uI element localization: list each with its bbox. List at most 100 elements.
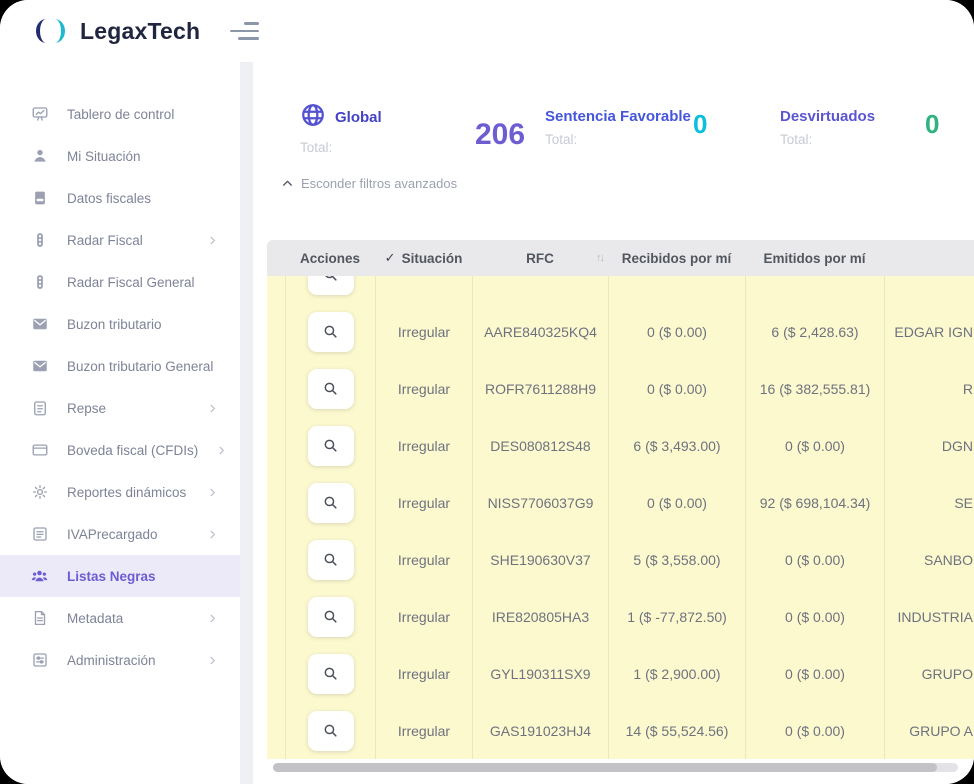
clipboard-icon (30, 399, 49, 418)
acciones-cell (285, 360, 375, 417)
hide-advanced-filters-toggle[interactable]: Esconder filtros avanzados (281, 176, 457, 191)
nombre-cell: INDUSTRIA (884, 588, 974, 645)
check-icon: ✓ (385, 250, 396, 266)
situacion-cell: Irregular (375, 588, 472, 645)
sidebar-item-tablero-de-control[interactable]: Tablero de control (0, 93, 240, 135)
rfc-cell: GAS191023HJ4 (472, 702, 608, 759)
row-spacer-cell (267, 531, 285, 588)
situacion-cell: Irregular (375, 702, 472, 759)
folder-icon (30, 441, 49, 460)
sidebar-item-listas-negras[interactable]: Listas Negras (0, 555, 240, 597)
sidebar-item-administraci-n[interactable]: Administración (0, 639, 240, 681)
view-detail-button[interactable] (308, 654, 354, 694)
nombre-cell (884, 276, 974, 303)
stat-sentencia-label: Sentencia Favorable (545, 108, 745, 125)
stat-sentencia-value: 0 (693, 109, 707, 140)
table-row: IrregularIRE820805HA31 ($ -77,872.50)0 (… (267, 588, 974, 645)
sidebar-item-mi-situaci-n[interactable]: Mi Situación (0, 135, 240, 177)
acciones-cell (285, 417, 375, 474)
sidebar-scroll-gutter[interactable] (240, 62, 253, 784)
view-detail-button[interactable] (308, 426, 354, 466)
view-detail-button[interactable] (308, 540, 354, 580)
stat-desvirtuados: Desvirtuados Total: 0 (780, 108, 950, 147)
recibidos-cell (608, 276, 745, 303)
book-icon (30, 189, 49, 208)
nombre-cell: GRUPO (884, 645, 974, 702)
sidebar-item-radar-fiscal-general[interactable]: Radar Fiscal General (0, 261, 240, 303)
sidebar: Tablero de control Mi Situación Datos fisc… (0, 62, 240, 784)
rfc-cell: SHE190630V37 (472, 531, 608, 588)
sidebar-item-label: Mi Situación (67, 149, 141, 164)
recibidos-cell: 0 ($ 0.00) (608, 474, 745, 531)
logo-left-paren-icon (36, 19, 48, 43)
sidebar-item-buzon-tributario-general[interactable]: Buzon tributario General (0, 345, 240, 387)
view-detail-button[interactable] (308, 276, 354, 295)
emitidos-cell: 92 ($ 698,104.34) (745, 474, 884, 531)
column-header-acciones[interactable]: Acciones (285, 240, 375, 276)
column-header-emitidos[interactable]: Emitidos por mí (745, 240, 884, 276)
acciones-cell (285, 702, 375, 759)
table-body: IrregularAARE840325KQ40 ($ 0.00)6 ($ 2,4… (267, 276, 974, 759)
nombre-cell: SANBO (884, 531, 974, 588)
sidebar-item-radar-fiscal[interactable]: Radar Fiscal (0, 219, 240, 261)
sidebar-item-label: Boveda fiscal (CFDIs) (67, 443, 198, 458)
table-row: IrregularNISS7706037G90 ($ 0.00)92 ($ 69… (267, 474, 974, 531)
stat-sentencia-total-label: Total: (545, 132, 745, 147)
emitidos-cell (745, 276, 884, 303)
view-detail-button[interactable] (308, 312, 354, 352)
stat-global-label: Global (335, 109, 382, 126)
rfc-cell: GYL190311SX9 (472, 645, 608, 702)
magnifier-icon (322, 276, 339, 283)
situacion-cell: Irregular (375, 531, 472, 588)
rfc-cell: NISS7706037G9 (472, 474, 608, 531)
sidebar-item-metadata[interactable]: Metadata (0, 597, 240, 639)
chevron-right-icon (207, 529, 218, 540)
situacion-cell: Irregular (375, 474, 472, 531)
emitidos-cell: 6 ($ 2,428.63) (745, 303, 884, 360)
horizontal-scrollbar-thumb[interactable] (273, 763, 937, 772)
situacion-cell: Irregular (375, 303, 472, 360)
recibidos-cell: 1 ($ -77,872.50) (608, 588, 745, 645)
stat-sentencia-favorable: Sentencia Favorable Total: 0 (545, 108, 745, 147)
table-header-spacer (267, 240, 285, 276)
people-icon (30, 567, 49, 586)
view-detail-button[interactable] (308, 597, 354, 637)
table-row: IrregularGYL190311SX91 ($ 2,900.00)0 ($ … (267, 645, 974, 702)
magnifier-icon (322, 323, 339, 340)
file-icon (30, 609, 49, 628)
acciones-cell (285, 474, 375, 531)
sidebar-item-label: Buzon tributario (67, 317, 162, 332)
traffic-light-icon (30, 273, 49, 292)
row-spacer-cell (267, 303, 285, 360)
column-header-recibidos[interactable]: Recibidos por mí (608, 240, 745, 276)
view-detail-button[interactable] (308, 369, 354, 409)
emitidos-cell: 16 ($ 382,555.81) (745, 360, 884, 417)
sidebar-item-ivaprecargado[interactable]: IVAPrecargado (0, 513, 240, 555)
sidebar-item-reportes-din-micos[interactable]: Reportes dinámicos (0, 471, 240, 513)
view-detail-button[interactable] (308, 711, 354, 751)
mail-icon (30, 357, 49, 376)
view-detail-button[interactable] (308, 483, 354, 523)
column-header-rfc[interactable]: RFC ↑↓ (472, 240, 608, 276)
sidebar-item-boveda-fiscal-cfdis[interactable]: Boveda fiscal (CFDIs) (0, 429, 240, 471)
sidebar-item-buzon-tributario[interactable]: Buzon tributario (0, 303, 240, 345)
row-spacer-cell (267, 702, 285, 759)
hide-advanced-filters-label: Esconder filtros avanzados (301, 176, 457, 191)
chevron-right-icon (207, 613, 218, 624)
acciones-cell (285, 588, 375, 645)
horizontal-scrollbar-track[interactable] (273, 763, 958, 772)
column-header-situacion[interactable]: ✓ Situación (375, 240, 472, 276)
sidebar-item-label: IVAPrecargado (67, 527, 158, 542)
nombre-cell: SE (884, 474, 974, 531)
sidebar-item-repse[interactable]: Repse (0, 387, 240, 429)
table-row: IrregularAARE840325KQ40 ($ 0.00)6 ($ 2,4… (267, 303, 974, 360)
row-spacer-cell (267, 588, 285, 645)
acciones-cell (285, 276, 375, 303)
sidebar-item-datos-fiscales[interactable]: Datos fiscales (0, 177, 240, 219)
table-row: IrregularGAS191023HJ414 ($ 55,524.56)0 (… (267, 702, 974, 759)
hamburger-menu-icon[interactable] (226, 18, 263, 44)
sort-arrows-icon[interactable]: ↑↓ (596, 252, 603, 264)
main-content: Global Total: 206 Sentencia Favorable To… (253, 62, 974, 784)
brand-name: LegaxTech (80, 18, 200, 45)
traffic-light-icon (30, 231, 49, 250)
